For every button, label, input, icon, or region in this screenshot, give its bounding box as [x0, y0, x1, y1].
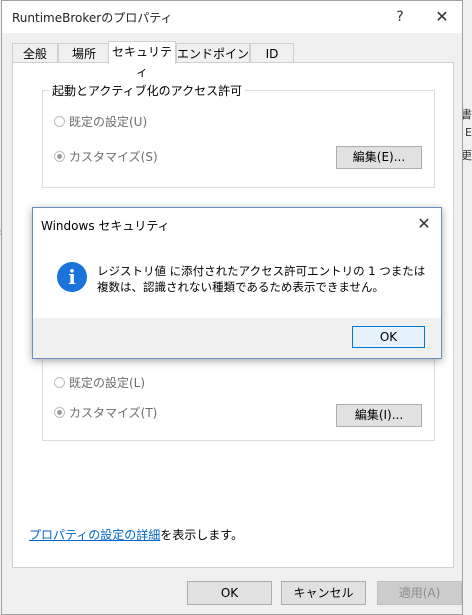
- ok-button[interactable]: OK: [187, 581, 272, 605]
- edit-config-button[interactable]: 編集(I)...: [336, 404, 422, 427]
- title-bar: RuntimeBrokerのプロパティ ? ✕: [2, 1, 462, 33]
- window-title: RuntimeBrokerのプロパティ: [12, 11, 173, 25]
- alert-title: Windows セキュリティ: [41, 219, 170, 233]
- radio-circle: [54, 116, 65, 127]
- info-icon: i: [57, 262, 87, 292]
- alert-title-bar: Windows セキュリティ ✕: [33, 208, 441, 240]
- background-text: E: [465, 126, 472, 139]
- screen: ン s 書 E 更 RuntimeBrokerのプロパティ ? ✕ 全般 場所 …: [0, 0, 472, 615]
- tab-security[interactable]: セキュリティ: [108, 41, 176, 79]
- details-suffix: を表示します。: [160, 528, 244, 542]
- radio-config-default[interactable]: 既定の設定(L): [54, 374, 145, 392]
- tab-endpoints[interactable]: エンドポイント: [176, 43, 250, 81]
- launch-permissions-group: 起動とアクティブ化のアクセス許可 既定の設定(U) カスタマイズ(S) 編集(E…: [42, 82, 435, 188]
- radio-label: カスタマイズ(T): [69, 406, 158, 420]
- radio-label: カスタマイズ(S): [69, 150, 158, 164]
- radio-config-customize[interactable]: カスタマイズ(T): [54, 404, 157, 422]
- radio-circle: [54, 377, 65, 388]
- tab-general[interactable]: 全般: [12, 43, 58, 63]
- radio-launch-default[interactable]: 既定の設定(U): [54, 113, 147, 131]
- details-text: プロパティの設定の詳細を表示します。: [29, 526, 243, 543]
- radio-launch-customize[interactable]: カスタマイズ(S): [54, 148, 158, 166]
- tab-strip: 全般 場所 セキュリティ エンドポイント ID: [12, 41, 452, 81]
- help-button[interactable]: ?: [388, 5, 412, 29]
- radio-circle: [54, 151, 65, 162]
- radio-label: 既定の設定(U): [69, 115, 148, 129]
- tab-identity[interactable]: ID: [250, 43, 294, 63]
- apply-button[interactable]: 適用(A): [377, 581, 462, 605]
- security-alert-dialog: Windows セキュリティ ✕ i レジストリ値 に添付されたアクセス許可エン…: [32, 207, 442, 359]
- tab-location[interactable]: 場所: [58, 43, 110, 63]
- radio-circle: [54, 407, 65, 418]
- alert-close-button[interactable]: ✕: [413, 213, 435, 235]
- radio-label: 既定の設定(L): [69, 376, 146, 390]
- group-label: 起動とアクティブ化のアクセス許可: [49, 82, 246, 99]
- background-window-right: 書 E 更: [461, 0, 472, 615]
- close-button[interactable]: ✕: [430, 5, 454, 29]
- alert-ok-button[interactable]: OK: [352, 326, 425, 348]
- cancel-button[interactable]: キャンセル: [281, 581, 366, 605]
- details-link[interactable]: プロパティの設定の詳細: [29, 528, 160, 542]
- alert-message: レジストリ値 に添付されたアクセス許可エントリの 1 つまたは複数は、認識されな…: [97, 264, 426, 294]
- edit-launch-button[interactable]: 編集(E)...: [336, 146, 422, 169]
- alert-body: i レジストリ値 に添付されたアクセス許可エントリの 1 つまたは複数は、認識さ…: [33, 240, 441, 318]
